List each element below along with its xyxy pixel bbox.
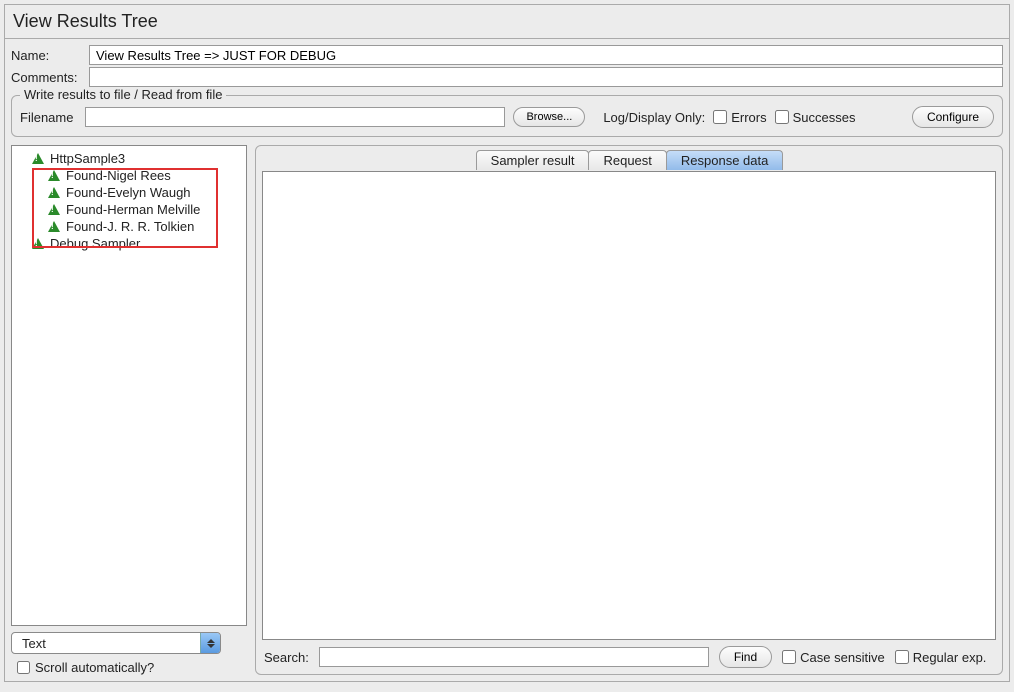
success-icon: [48, 221, 60, 232]
filename-label: Filename: [20, 110, 73, 125]
search-input[interactable]: [319, 647, 709, 667]
form-rows: Name: Comments:: [5, 39, 1009, 91]
file-row: Filename Browse... Log/Display Only: Err…: [20, 106, 994, 128]
scroll-auto-label: Scroll automatically?: [35, 660, 154, 675]
response-content-area[interactable]: [262, 171, 996, 640]
left-column: HttpSample3 Found-Nigel Rees Found-Evely…: [11, 145, 247, 675]
regex-label: Regular exp.: [913, 650, 987, 665]
tree-item-label: Found-Herman Melville: [66, 202, 200, 217]
success-icon: [32, 238, 44, 249]
search-label: Search:: [264, 650, 309, 665]
success-icon: [48, 187, 60, 198]
tree-item[interactable]: Debug Sampler: [12, 235, 246, 252]
success-icon: [48, 170, 60, 181]
case-sensitive-checkbox[interactable]: [782, 650, 796, 664]
regex-checkbox[interactable]: [895, 650, 909, 664]
filename-input[interactable]: [85, 107, 505, 127]
file-fieldset: Write results to file / Read from file F…: [11, 95, 1003, 137]
find-button[interactable]: Find: [719, 646, 772, 668]
main-split: HttpSample3 Found-Nigel Rees Found-Evely…: [5, 141, 1009, 681]
successes-checkbox[interactable]: [775, 110, 789, 124]
page-title: View Results Tree: [5, 5, 1009, 39]
logdisplay-label: Log/Display Only:: [603, 110, 705, 125]
tree-item-label: Debug Sampler: [50, 236, 140, 251]
tree-item-label: Found-Nigel Rees: [66, 168, 171, 183]
file-legend: Write results to file / Read from file: [20, 87, 226, 102]
success-icon: [48, 204, 60, 215]
success-icon: [32, 153, 44, 164]
case-sensitive-wrap[interactable]: Case sensitive: [782, 650, 885, 665]
tree-item-label: Found-J. R. R. Tolkien: [66, 219, 194, 234]
tree-item[interactable]: Found-Evelyn Waugh: [12, 184, 246, 201]
tree-item[interactable]: Found-Herman Melville: [12, 201, 246, 218]
name-label: Name:: [11, 48, 89, 63]
renderer-select[interactable]: Text: [11, 632, 221, 654]
comments-row: Comments:: [11, 67, 1003, 87]
regex-wrap[interactable]: Regular exp.: [895, 650, 987, 665]
case-sensitive-label: Case sensitive: [800, 650, 885, 665]
errors-label: Errors: [731, 110, 766, 125]
scroll-auto-wrap[interactable]: Scroll automatically?: [11, 660, 247, 675]
renderer-select-value: Text: [22, 636, 46, 651]
tree-item-label: Found-Evelyn Waugh: [66, 185, 191, 200]
tree-item-label: HttpSample3: [50, 151, 125, 166]
successes-checkbox-wrap[interactable]: Successes: [775, 110, 856, 125]
results-tree[interactable]: HttpSample3 Found-Nigel Rees Found-Evely…: [11, 145, 247, 626]
search-row: Search: Find Case sensitive Regular exp.: [262, 640, 996, 670]
errors-checkbox-wrap[interactable]: Errors: [713, 110, 766, 125]
tab-response-data[interactable]: Response data: [666, 150, 783, 170]
name-input[interactable]: [89, 45, 1003, 65]
updown-arrows-icon: [200, 633, 220, 653]
configure-button[interactable]: Configure: [912, 106, 994, 128]
scroll-auto-checkbox[interactable]: [17, 661, 30, 674]
errors-checkbox[interactable]: [713, 110, 727, 124]
right-column: Sampler result Request Response data Sea…: [255, 145, 1003, 675]
renderer-select-wrap: Text: [11, 632, 247, 654]
tree-item[interactable]: Found-J. R. R. Tolkien: [12, 218, 246, 235]
browse-button[interactable]: Browse...: [513, 107, 585, 127]
tab-request[interactable]: Request: [588, 150, 666, 170]
tabs-bar: Sampler result Request Response data: [262, 150, 996, 172]
comments-label: Comments:: [11, 70, 89, 85]
tab-sampler-result[interactable]: Sampler result: [476, 150, 590, 170]
successes-label: Successes: [793, 110, 856, 125]
view-results-panel: View Results Tree Name: Comments: Write …: [4, 4, 1010, 682]
comments-input[interactable]: [89, 67, 1003, 87]
name-row: Name:: [11, 45, 1003, 65]
tree-item[interactable]: HttpSample3: [12, 150, 246, 167]
tree-item[interactable]: Found-Nigel Rees: [12, 167, 246, 184]
